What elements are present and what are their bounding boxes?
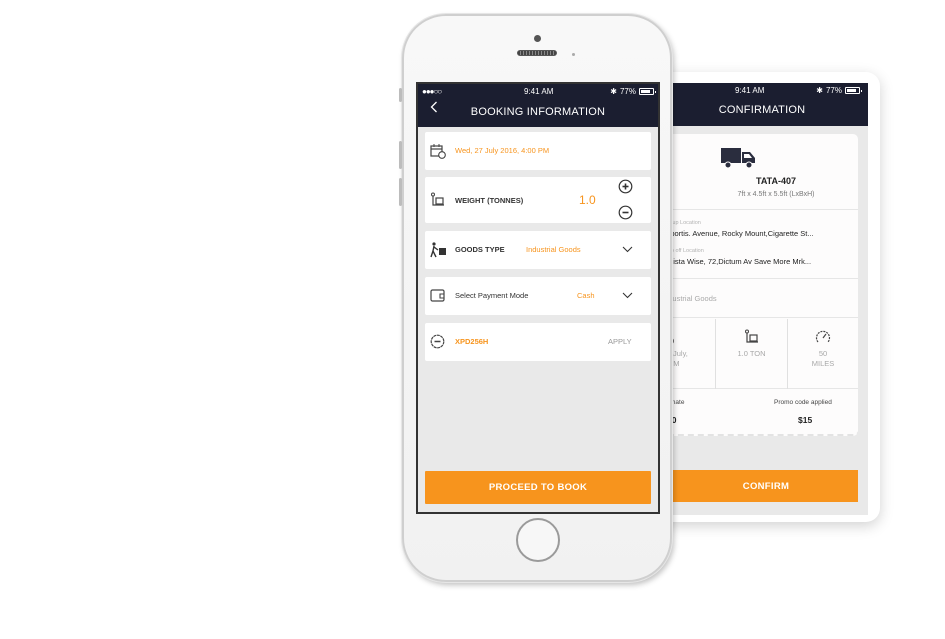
signal-icon: ●●●○○ [422, 87, 442, 96]
speedometer-icon [815, 330, 831, 343]
vehicle-section: TATA-407 7ft x 4.5ft x 5.5ft (LxBxH) [656, 134, 858, 210]
proceed-to-book-button[interactable]: PROCEED TO BOOK [425, 471, 651, 504]
booking-nav-bar: ●●●○○ 9:41 AM ✱ 77% BOOKING INFORMATION [418, 84, 658, 127]
bluetooth-icon: ✱ [610, 87, 617, 96]
volume-up-button [399, 141, 402, 169]
stat-distance-unit: MILES [811, 359, 835, 368]
payment-mode-row[interactable]: Select Payment Mode Cash [425, 277, 651, 315]
vehicle-name: TATA-407 [755, 176, 796, 186]
truck-icon [721, 148, 755, 169]
promo-applied-label: Promo code applied [774, 399, 832, 406]
trolley-icon [431, 192, 444, 206]
status-bar: ●●●○○ 9:41 AM ✱ 77% [418, 87, 658, 99]
bluetooth-icon: ✱ [816, 86, 823, 95]
promo-code-input[interactable]: XPD256H [455, 337, 488, 346]
datetime-value: Wed, 27 July 2016, 4:00 PM [455, 146, 550, 155]
wallet-icon [430, 289, 445, 302]
payment-mode-value: Cash [577, 291, 595, 300]
status-time: 9:41 AM [524, 87, 554, 96]
page-title: BOOKING INFORMATION [470, 106, 606, 118]
trolley-icon [744, 329, 758, 343]
booking-screen: ●●●○○ 9:41 AM ✱ 77% BOOKING INFORMATION [416, 82, 660, 514]
confirmation-screen: 9:41 AM ✱ 77% CONFIRMATION TATA-407 7ft … [650, 83, 868, 515]
status-time: 9:41 AM [735, 86, 765, 95]
plus-circle-icon[interactable] [618, 179, 633, 194]
battery-icon [639, 88, 656, 95]
proximity-sensor [572, 53, 575, 56]
goods-carrier-icon [430, 242, 446, 258]
home-button [516, 518, 560, 562]
confirm-button[interactable]: CONFIRM [656, 470, 858, 502]
weight-label: WEIGHT (TONNES) [455, 196, 524, 205]
pickup-value: Lobortis. Avenue, Rocky Mount,Cigarette … [662, 229, 814, 238]
booking-summary-card: TATA-407 7ft x 4.5ft x 5.5ft (LxBxH) Pic… [656, 134, 858, 436]
booking-phone: ●●●○○ 9:41 AM ✱ 77% BOOKING INFORMATION [399, 14, 672, 582]
fare-section: Fare Estimate $30-50 Promo code applied … [656, 390, 858, 434]
stat-distance: 50 MILES [788, 319, 858, 389]
stat-distance-value: 50 [818, 349, 828, 358]
weight-value: 1.0 [579, 193, 596, 207]
goods-section: Industrial Goods [656, 280, 858, 318]
status-battery: ✱ 77% [816, 86, 862, 95]
stat-weight-value: 1.0 TON [737, 349, 766, 358]
battery-percent: 77% [825, 86, 842, 95]
status-bar: 9:41 AM ✱ 77% [650, 86, 868, 98]
front-camera [534, 35, 541, 42]
volume-down-button [399, 178, 402, 206]
promo-code-row: XPD256H APPLY [425, 323, 651, 361]
calendar-clock-icon [430, 144, 446, 159]
confirmation-nav-bar: 9:41 AM ✱ 77% CONFIRMATION [650, 83, 868, 126]
battery-icon [845, 87, 862, 94]
stats-section: Wed, 27 July, 4:00 PM 1.0 TON [656, 319, 858, 389]
vehicle-dimensions: 7ft x 4.5ft x 5.5ft (LxBxH) [737, 191, 815, 198]
datetime-row[interactable]: Wed, 27 July 2016, 4:00 PM [425, 132, 651, 170]
promo-applied-value: $15 [798, 415, 813, 425]
goods-type-row[interactable]: GOODS TYPE Industrial Goods [425, 231, 651, 269]
mute-switch [399, 88, 402, 102]
earpiece-speaker [517, 50, 557, 56]
locations-section: Pickup Location Lobortis. Avenue, Rocky … [656, 211, 858, 279]
promo-badge-icon [430, 334, 445, 349]
goods-type-label: GOODS TYPE [455, 245, 505, 254]
minus-circle-icon[interactable] [618, 205, 633, 220]
chevron-down-icon[interactable] [622, 292, 633, 299]
chevron-down-icon[interactable] [622, 246, 633, 253]
payment-mode-label: Select Payment Mode [455, 291, 529, 300]
apply-promo-button[interactable]: APPLY [608, 337, 632, 346]
battery-percent: 77% [619, 87, 636, 96]
status-battery: ✱ 77% [610, 87, 656, 96]
goods-type-value: Industrial Goods [526, 245, 581, 254]
stat-weight: 1.0 TON [716, 319, 788, 389]
dropoff-value: Calista Wise, 72,Dictum Av Save More Mrk… [662, 257, 812, 266]
page-title: CONFIRMATION [718, 104, 806, 116]
weight-row: WEIGHT (TONNES) 1.0 [425, 177, 651, 223]
